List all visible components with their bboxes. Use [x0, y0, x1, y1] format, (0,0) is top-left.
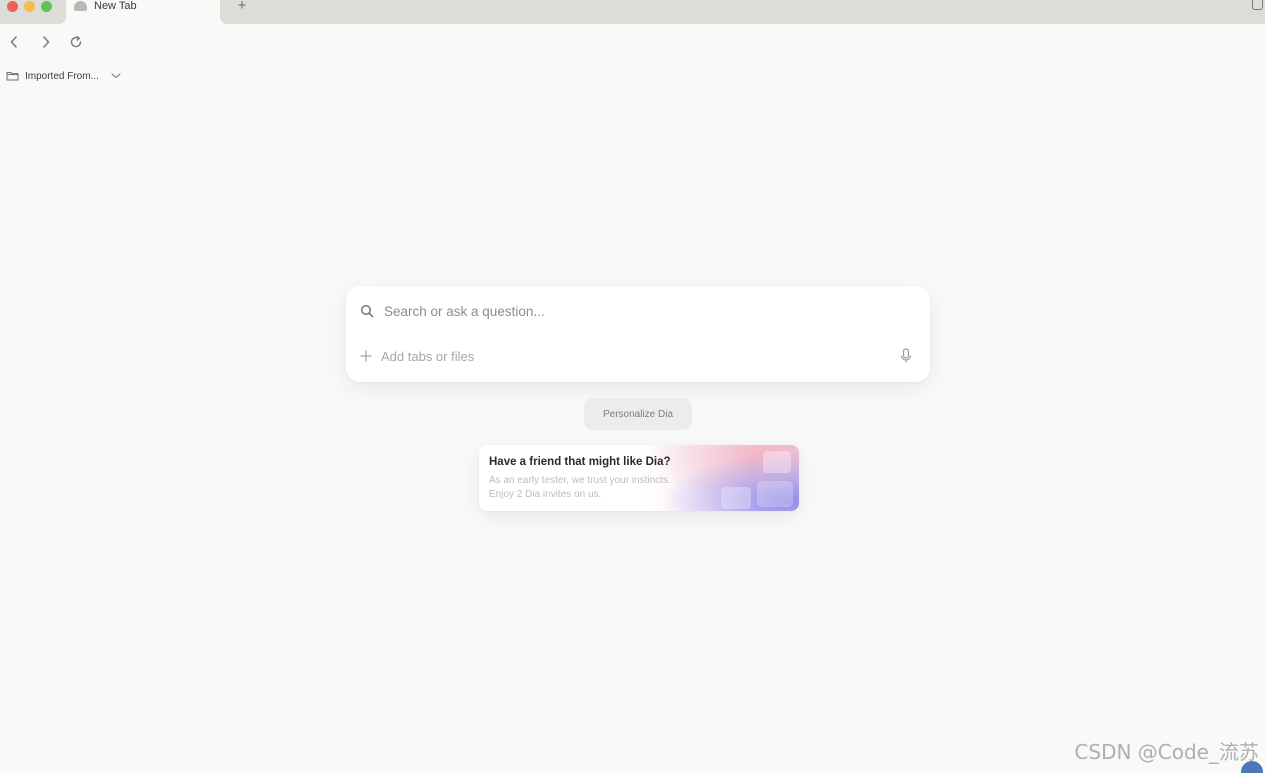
back-button[interactable]	[6, 34, 22, 50]
plus-icon[interactable]	[360, 350, 372, 362]
artwork-tile	[763, 451, 791, 473]
invite-card-body: As an early tester, we trust your instin…	[489, 474, 719, 501]
tab-new-tab[interactable]: New Tab	[58, 0, 228, 24]
invite-card-line: As an early tester, we trust your instin…	[489, 475, 671, 486]
reload-button[interactable]	[68, 34, 84, 50]
chevron-down-icon	[111, 73, 121, 79]
chevron-right-icon	[43, 36, 50, 48]
search-input[interactable]	[384, 303, 904, 319]
artwork-tile	[721, 487, 751, 509]
invite-card-line: Enjoy 2 Dia invites on us.	[489, 488, 602, 500]
bookmarks-bar: Imported From...	[0, 66, 129, 86]
forward-button[interactable]	[38, 34, 54, 50]
watermark-text: CSDN @Code_流苏	[1074, 740, 1259, 764]
chevron-left-icon	[10, 36, 17, 48]
add-tabs-or-files-button[interactable]: Add tabs or files	[381, 349, 474, 364]
minimize-window-button[interactable]	[24, 1, 35, 12]
tab-title: New Tab	[94, 0, 137, 12]
attach-row: Add tabs or files	[360, 346, 912, 366]
close-window-button[interactable]	[7, 1, 18, 12]
maximize-window-button[interactable]	[41, 1, 52, 12]
tab-overview-icon[interactable]	[1252, 0, 1263, 10]
invite-card-title: Have a friend that might like Dia?	[489, 456, 671, 468]
tab-strip: New Tab +	[0, 0, 1265, 24]
search-icon	[360, 304, 374, 318]
bookmark-folder-label: Imported From...	[25, 70, 99, 82]
toolbar	[0, 24, 1265, 60]
browser-window: New Tab + Imported From... Search or ask…	[0, 0, 1265, 773]
new-tab-button[interactable]: +	[234, 0, 250, 14]
reload-icon	[70, 35, 82, 48]
invite-friend-card[interactable]: Have a friend that might like Dia? As an…	[479, 445, 799, 511]
microphone-icon	[900, 348, 912, 363]
voice-input-button[interactable]	[900, 348, 912, 364]
avatar[interactable]	[1241, 761, 1263, 773]
search-row	[360, 300, 916, 322]
search-card: Add tabs or files	[346, 286, 930, 382]
personalize-dia-button[interactable]: Personalize Dia	[584, 398, 692, 430]
bookmark-folder-imported[interactable]: Imported From...	[0, 66, 129, 86]
folder-icon	[6, 72, 19, 81]
window-controls	[7, 1, 52, 12]
globe-icon	[74, 1, 87, 11]
artwork-tile	[757, 481, 793, 507]
